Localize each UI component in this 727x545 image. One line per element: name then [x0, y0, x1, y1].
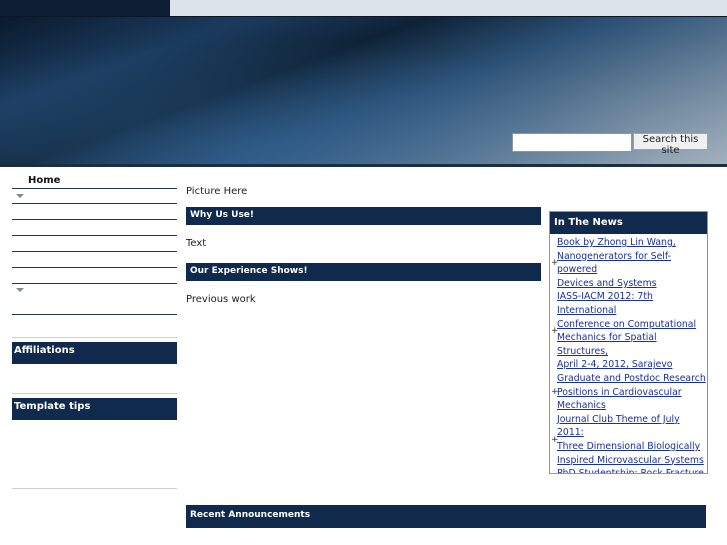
why-us-body: Text	[186, 238, 207, 249]
news-link-line: Inspired Microvascular Systems	[557, 454, 704, 466]
section-title: Template tips	[14, 401, 91, 412]
expand-arrow-icon[interactable]	[16, 194, 24, 198]
expand-plus-icon[interactable]: +	[551, 387, 559, 397]
news-link-line: Book by Zhong Lin Wang,	[557, 237, 676, 248]
news-link-line: Graduate and Postdoc Research	[557, 372, 706, 384]
sidebar-divider	[12, 267, 177, 268]
experience-body: Previous work	[186, 294, 256, 305]
expand-arrow-icon[interactable]	[16, 288, 24, 292]
news-link-line: Conference on Computational	[557, 318, 697, 330]
sidebar-divider	[12, 337, 177, 338]
news-link-line: Positions in Cardiovascular	[557, 386, 682, 398]
sidebar-item-home[interactable]: Home	[28, 175, 60, 186]
news-list: + Book by Zhong Lin Wang, Nanogenerators f…	[550, 236, 707, 474]
news-item: +PhD Studentship: Rock Fractureand Fragm…	[550, 467, 707, 474]
sidebar-section-template-tips: Template tips	[12, 398, 177, 420]
sidebar-divider	[12, 203, 177, 204]
news-header: In The News	[550, 212, 707, 234]
news-link[interactable]: PhD Studentship: Rock Fractureand Fragme…	[557, 467, 707, 474]
news-item: + Graduate and Postdoc Research Positions …	[550, 372, 707, 413]
section-title: Our Experience Shows!	[190, 266, 308, 276]
sidebar-divider	[12, 314, 177, 315]
search-input[interactable]	[512, 133, 632, 152]
news-item: + IASS-IACM 2012: 7th International Confer…	[550, 290, 707, 372]
picture-placeholder: Picture Here	[186, 186, 248, 197]
news-link-line: Devices and Systems	[557, 277, 657, 289]
section-title: Why Us Use!	[190, 210, 255, 220]
news-link[interactable]: Journal Club Theme of July 2011: Three Di…	[557, 413, 707, 467]
news-link-line: IASS-IACM 2012: 7th International	[557, 291, 653, 316]
expand-plus-icon[interactable]: +	[551, 326, 559, 336]
experience-header: Our Experience Shows!	[186, 263, 541, 281]
section-title: Affiliations	[14, 345, 75, 356]
news-link-line: April 2-4, 2012, Sarajevo	[557, 359, 673, 371]
news-link[interactable]: IASS-IACM 2012: 7th International Confere…	[557, 290, 707, 372]
sidebar-divider	[12, 188, 177, 189]
search-button[interactable]: Search this site	[633, 133, 708, 156]
sidebar: Home Affiliations Template tips	[12, 167, 177, 545]
news-link-line: Nanogenerators for Self-powered	[557, 250, 672, 276]
sidebar-divider	[12, 251, 177, 252]
expand-plus-icon[interactable]: +	[551, 435, 559, 445]
news-link-line: Mechanics for Spatial Structures,	[557, 332, 657, 357]
recent-announcements-header: Recent Announcements	[186, 505, 706, 528]
top-strip-dark	[0, 0, 170, 16]
sidebar-divider	[12, 393, 177, 394]
news-item: + Journal Club Theme of July 2011: Three D…	[550, 413, 707, 467]
news-link-line: PhD Studentship: Rock Fracture	[557, 468, 704, 474]
section-title: Recent Announcements	[190, 510, 311, 520]
news-link-line: Mechanics	[557, 400, 606, 412]
in-the-news-box: In The News + Book by Zhong Lin Wang, Nano…	[549, 211, 708, 474]
why-us-header: Why Us Use!	[186, 207, 541, 225]
sidebar-section-affiliations: Affiliations	[12, 342, 177, 364]
sidebar-divider	[12, 283, 177, 284]
expand-plus-icon[interactable]: +	[551, 258, 559, 268]
news-item: + Book by Zhong Lin Wang, Nanogenerators f…	[550, 236, 707, 290]
news-link[interactable]: Book by Zhong Lin Wang, Nanogenerators fo…	[557, 236, 707, 290]
news-title: In The News	[554, 217, 623, 228]
news-link-line: Journal Club Theme of July 2011:	[557, 413, 680, 439]
sidebar-divider	[12, 488, 177, 489]
sidebar-divider	[12, 235, 177, 236]
news-link-line: Three Dimensional Biologically	[557, 440, 701, 452]
top-strip	[0, 0, 727, 16]
news-link[interactable]: Graduate and Postdoc Research Positions i…	[557, 372, 707, 413]
sidebar-divider	[12, 219, 177, 220]
